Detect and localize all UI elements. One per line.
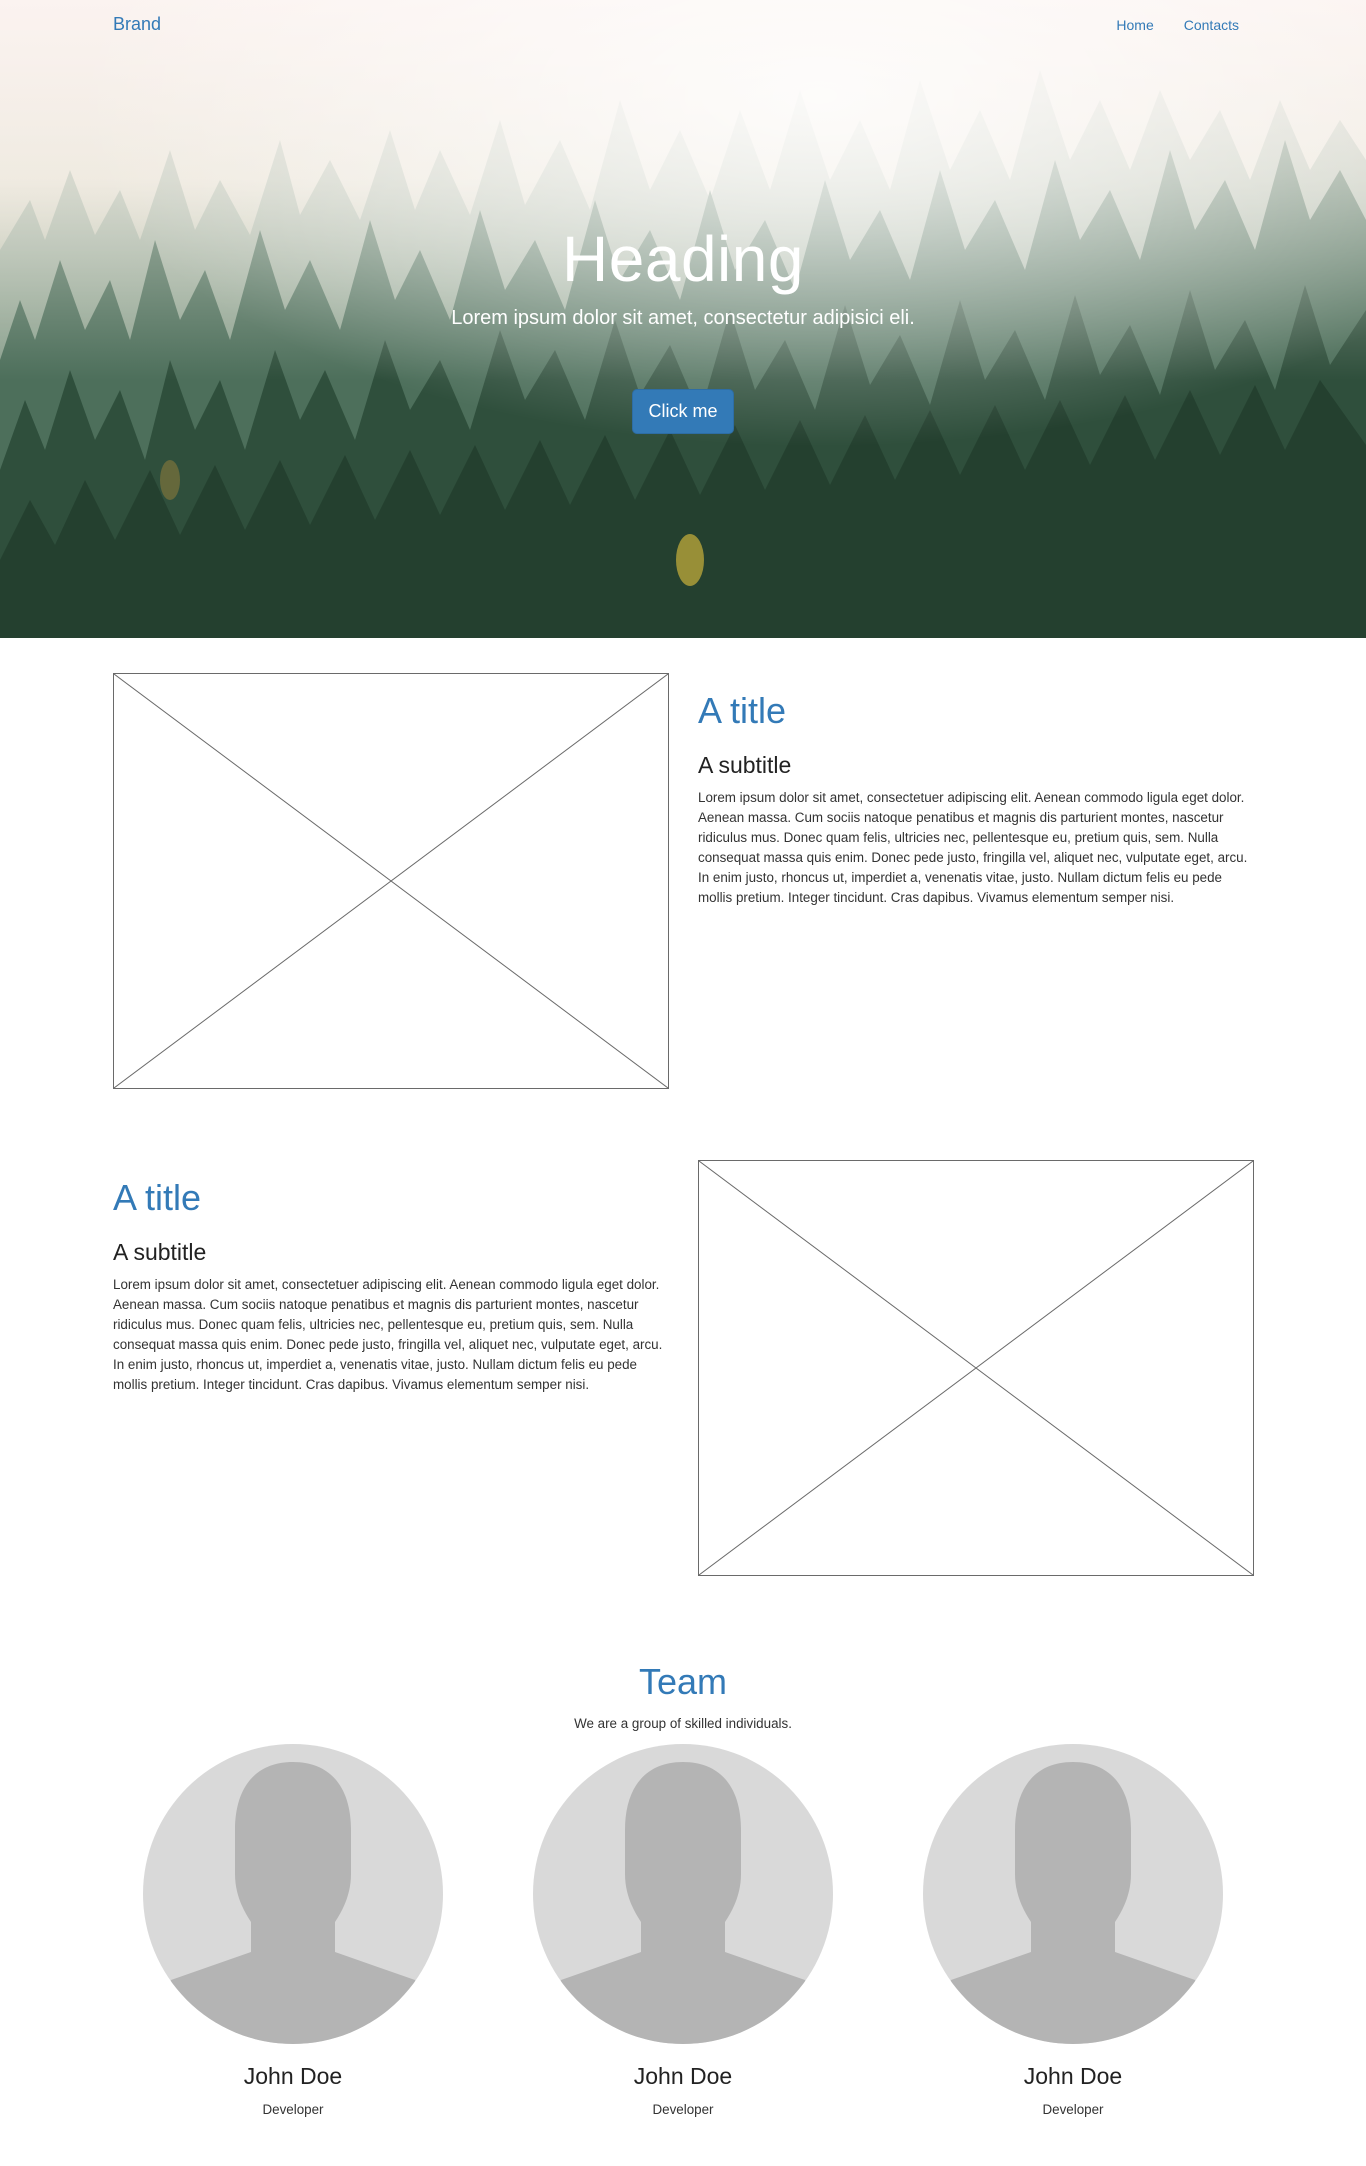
hero-subheading: Lorem ipsum dolor sit amet, consectetur … bbox=[451, 307, 915, 329]
feature-title: A title bbox=[698, 690, 787, 731]
click-me-button[interactable]: Click me bbox=[632, 389, 734, 434]
nav-links: Home Contacts bbox=[1116, 17, 1239, 33]
feature-subtitle: A subtitle bbox=[698, 752, 792, 778]
member-role: Developer bbox=[652, 2102, 714, 2117]
user-silhouette-icon bbox=[143, 1744, 443, 2044]
hero-section: Heading Lorem ipsum dolor sit amet, cons… bbox=[0, 0, 1366, 638]
navbar: Brand Home Contacts bbox=[0, 0, 1366, 50]
user-silhouette-icon bbox=[923, 1744, 1223, 2044]
image-placeholder-icon bbox=[698, 1160, 1254, 1576]
team-subtitle: We are a group of skilled individuals. bbox=[574, 1716, 792, 1731]
feature-text: Lorem ipsum dolor sit amet, consectetuer… bbox=[698, 790, 1248, 905]
team-member-card: John Doe Developer bbox=[923, 1744, 1223, 2117]
hero-heading: Heading bbox=[562, 223, 804, 295]
feature-text: Lorem ipsum dolor sit amet, consectetuer… bbox=[113, 1277, 663, 1392]
feature-subtitle: A subtitle bbox=[113, 1239, 207, 1265]
member-name: John Doe bbox=[243, 2063, 343, 2089]
feature-title: A title bbox=[113, 1177, 202, 1218]
nav-link-home[interactable]: Home bbox=[1116, 17, 1153, 33]
team-title: Team bbox=[638, 1661, 728, 1702]
member-name: John Doe bbox=[633, 2063, 733, 2089]
image-placeholder-icon bbox=[113, 673, 669, 1089]
nav-link-contacts[interactable]: Contacts bbox=[1184, 17, 1239, 33]
team-member-card: John Doe Developer bbox=[143, 1744, 443, 2117]
member-role: Developer bbox=[1042, 2102, 1104, 2117]
member-name: John Doe bbox=[1023, 2063, 1123, 2089]
team-member-card: John Doe Developer bbox=[533, 1744, 833, 2117]
member-role: Developer bbox=[262, 2102, 324, 2117]
brand-link[interactable]: Brand bbox=[113, 14, 161, 35]
user-silhouette-icon bbox=[533, 1744, 833, 2044]
hero-content: Heading Lorem ipsum dolor sit amet, cons… bbox=[0, 0, 1366, 638]
